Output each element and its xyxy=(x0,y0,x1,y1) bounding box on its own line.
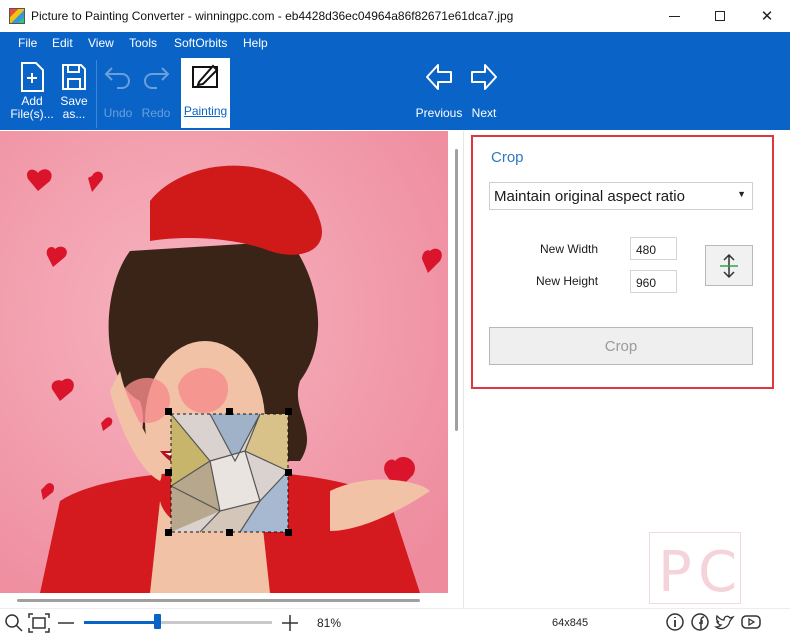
arrow-left-icon xyxy=(426,64,452,90)
menu-softorbits[interactable]: SoftOrbits xyxy=(174,36,227,50)
swap-arrows-icon xyxy=(720,253,738,278)
painting-label: Painting xyxy=(183,104,228,118)
redo-label: Redo xyxy=(141,106,171,120)
crop-title: Crop xyxy=(491,149,524,166)
crop-panel: Crop Maintain original aspect ratio ▼ Ne… xyxy=(471,135,774,389)
menu-file[interactable]: File xyxy=(18,36,37,50)
previous-label: Previous xyxy=(415,106,463,120)
svg-text:P: P xyxy=(658,540,692,605)
zoom-search-icon[interactable] xyxy=(4,613,24,633)
dropdown-caret-icon: ▼ xyxy=(737,189,746,199)
menu-help[interactable]: Help xyxy=(243,36,268,50)
panel-divider xyxy=(463,131,464,609)
vertical-scrollbar[interactable] xyxy=(455,149,458,431)
add-files-label-1: Add xyxy=(21,94,43,108)
undo-button[interactable]: Undo xyxy=(100,54,136,130)
redo-button[interactable]: Redo xyxy=(138,54,174,130)
image-dimensions: 64x845 xyxy=(552,617,589,629)
fit-to-window-icon[interactable] xyxy=(28,613,50,633)
new-width-field[interactable]: 480 xyxy=(630,237,677,260)
facebook-icon[interactable] xyxy=(690,612,710,632)
minimize-icon xyxy=(668,15,680,17)
info-icon[interactable] xyxy=(665,612,685,632)
painting-icon xyxy=(191,64,218,88)
arrow-right-icon xyxy=(471,64,497,90)
svg-text:C: C xyxy=(698,540,737,605)
previous-button[interactable]: Previous xyxy=(414,54,464,130)
image-canvas[interactable] xyxy=(0,131,462,609)
toolbar-separator xyxy=(96,60,97,128)
painting-button[interactable]: Painting xyxy=(181,58,230,128)
youtube-icon[interactable] xyxy=(740,612,762,632)
title-bar: Picture to Painting Converter - winningp… xyxy=(0,0,790,32)
next-label: Next xyxy=(471,106,497,120)
minimize-button[interactable] xyxy=(651,0,697,32)
add-files-label-2: File(s)... xyxy=(10,107,54,121)
menu-tools[interactable]: Tools xyxy=(129,36,157,50)
horizontal-scrollbar[interactable] xyxy=(17,599,420,602)
window-title: Picture to Painting Converter - winningp… xyxy=(31,9,514,23)
save-label-2: as... xyxy=(62,107,86,121)
photo-illustration xyxy=(0,131,448,593)
aspect-ratio-value: Maintain original aspect ratio xyxy=(494,188,685,205)
save-as-button[interactable]: Save as... xyxy=(56,54,92,130)
save-label-1: Save xyxy=(60,94,88,108)
menu-view[interactable]: View xyxy=(88,36,114,50)
undo-icon xyxy=(104,67,130,89)
aspect-ratio-dropdown[interactable]: Maintain original aspect ratio ▼ xyxy=(489,182,753,210)
zoom-level: 81% xyxy=(317,616,342,630)
undo-label: Undo xyxy=(103,106,133,120)
zoom-slider-thumb[interactable] xyxy=(154,614,161,629)
zoom-slider-fill xyxy=(84,621,158,624)
watermark-logo: P C xyxy=(649,532,741,605)
new-width-label: New Width xyxy=(540,242,599,256)
new-height-field[interactable]: 960 xyxy=(630,270,677,293)
close-button[interactable]: ✕ xyxy=(744,0,790,32)
new-height-label: New Height xyxy=(536,274,599,288)
crop-button[interactable]: Crop xyxy=(489,327,753,365)
menu-bar: File Edit View Tools SoftOrbits Help xyxy=(0,32,790,54)
app-icon xyxy=(9,8,25,24)
close-icon: ✕ xyxy=(760,8,774,25)
redo-icon xyxy=(144,67,170,89)
maximize-icon xyxy=(715,11,725,21)
photo-preview xyxy=(0,131,448,593)
swap-dimensions-button[interactable] xyxy=(705,245,753,286)
toolbar: Add File(s)... Save as... Undo Redo Painti… xyxy=(0,54,790,130)
next-button[interactable]: Next xyxy=(466,54,502,130)
maximize-button[interactable] xyxy=(697,0,743,32)
save-icon xyxy=(62,64,86,90)
zoom-out-icon[interactable] xyxy=(57,614,75,632)
twitter-icon[interactable] xyxy=(714,612,736,632)
menu-edit[interactable]: Edit xyxy=(52,36,73,50)
add-file-icon xyxy=(21,62,44,92)
status-bar: 81% 64x845 xyxy=(0,608,790,635)
add-files-button[interactable]: Add File(s)... xyxy=(8,54,56,130)
zoom-in-icon[interactable] xyxy=(281,614,299,632)
